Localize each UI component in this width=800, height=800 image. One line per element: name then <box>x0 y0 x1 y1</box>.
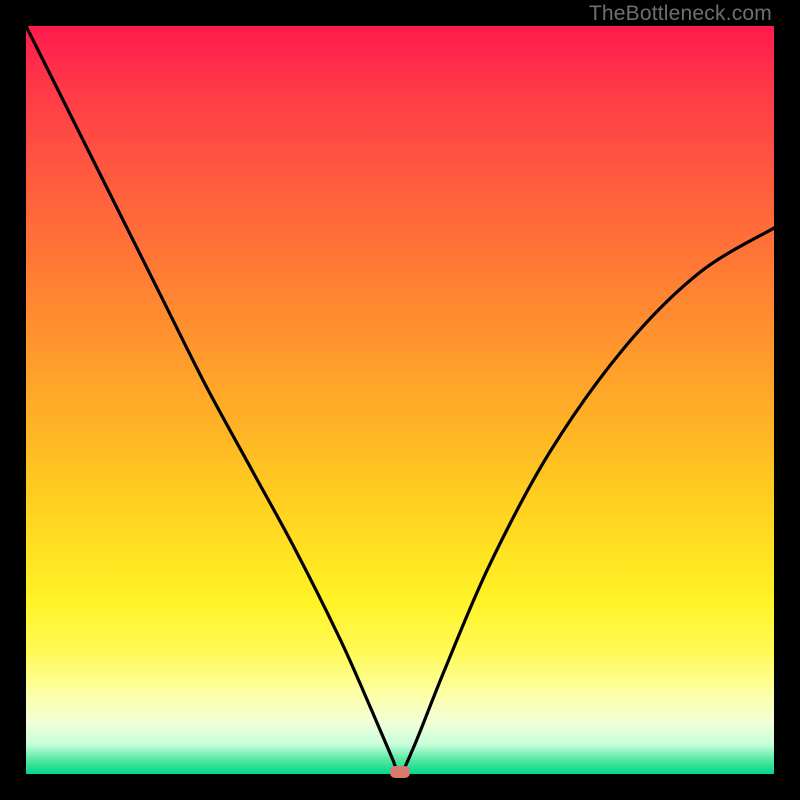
chart-frame: TheBottleneck.com <box>0 0 800 800</box>
bottleneck-curve-path <box>26 26 774 774</box>
curve-min-marker <box>390 766 410 778</box>
watermark-label: TheBottleneck.com <box>589 2 772 26</box>
plot-area <box>26 26 774 774</box>
curve-svg <box>26 26 774 774</box>
